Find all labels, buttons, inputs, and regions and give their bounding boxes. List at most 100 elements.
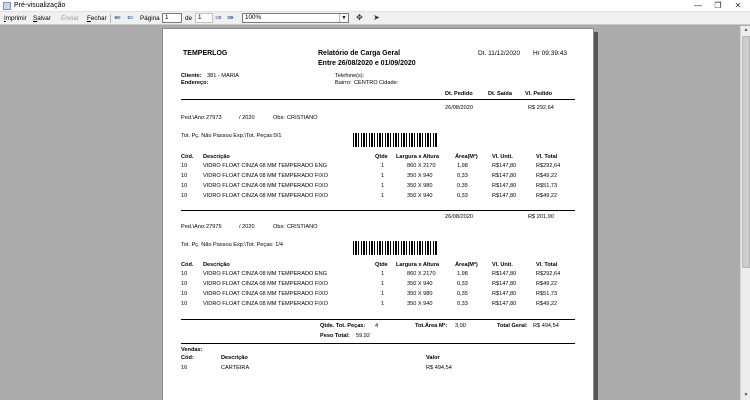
scroll-up-icon[interactable]: ▲ (742, 26, 750, 35)
toolbar-separator (110, 14, 111, 23)
cursor-arrow-icon[interactable]: ➤ (371, 13, 382, 23)
page-label: Página (140, 15, 160, 22)
first-page-icon[interactable]: ⇚ (114, 13, 121, 23)
sales-cell-desc: CARTEIRA (221, 365, 250, 371)
app-icon (3, 2, 11, 10)
cell-qtde: 1 (381, 183, 385, 189)
cell-area: 0,35 (457, 183, 468, 189)
close-button[interactable]: Fechar (87, 14, 107, 23)
total-weight-label: Peso Total: (320, 333, 350, 339)
order-date: 26/08/2020 (445, 105, 473, 111)
totals-divider (181, 343, 575, 344)
cell-dim: 350 X 940 (407, 281, 433, 287)
cell-total: R$51,73 (536, 291, 558, 297)
order-ped-year: / 2020 (239, 115, 255, 121)
zoom-select[interactable]: 100% ▼ (242, 13, 349, 23)
order-ped-number: 27973 (206, 115, 222, 121)
cell-total: R$49,22 (536, 281, 558, 287)
previous-page-icon[interactable]: ⇐ (127, 13, 134, 23)
sales-cell-value: R$ 494,54 (426, 365, 452, 371)
print-button[interactable]: Imprimir (4, 14, 27, 23)
cell-cod: 10 (181, 173, 188, 179)
th-qtde: Qtde (375, 262, 388, 268)
cell-desc: VIDRO FLOAT CINZA 08 MM TEMPERADO ENG (203, 271, 328, 277)
total-weight-value: 59,92 (356, 333, 370, 339)
cell-unit: R$147,80 (492, 301, 517, 307)
total-pages-field: 1 (195, 13, 213, 23)
th-descricao: Descrição (203, 262, 230, 268)
bairro-value: CENTRO (354, 80, 378, 86)
cell-qtde: 1 (381, 281, 385, 287)
col-dt-pedido: Dt. Pedido (445, 91, 473, 97)
th-total: Vl. Total (536, 154, 558, 160)
cell-cod: 10 (181, 301, 188, 307)
next-page-icon[interactable]: ⇒ (215, 13, 222, 23)
cell-desc: VIDRO FLOAT CINZA 08 MM TEMPERADO FIXO (203, 301, 328, 307)
cell-qtde: 1 (381, 163, 385, 169)
cell-unit: R$147,80 (492, 193, 517, 199)
cell-qtde: 1 (381, 193, 385, 199)
cell-cod: 10 (181, 281, 188, 287)
scroll-down-icon[interactable]: ▼ (742, 391, 750, 400)
save-button[interactable]: Salvar (33, 14, 51, 23)
cell-cod: 10 (181, 163, 188, 169)
title-bar: Pré-visualização — ❐ ✕ (0, 0, 750, 12)
client-label: Cliente: (181, 73, 202, 79)
cell-area: 1,98 (457, 163, 468, 169)
cell-dim: 350 X 980 (407, 291, 433, 297)
cell-area: 0,33 (457, 173, 468, 179)
cell-total: R$49,22 (536, 301, 558, 307)
cell-desc: VIDRO FLOAT CINZA 08 MM TEMPERADO FIXO (203, 173, 328, 179)
cell-dim: 350 X 980 (407, 183, 433, 189)
vertical-scrollbar[interactable]: ▲ ▼ (740, 26, 750, 400)
order-total: R$ 292,64 (528, 105, 554, 111)
sales-th-cod: Cód: (181, 355, 194, 361)
zoom-value: 100% (245, 14, 262, 21)
cell-desc: VIDRO FLOAT CINZA 08 MM TEMPERADO FIXO (203, 193, 328, 199)
th-qtde: Qtde (375, 154, 388, 160)
report-date: Dt. 11/12/2020 (478, 50, 521, 57)
order-obs-label: Obs: (273, 224, 285, 230)
sales-th-descricao: Descrição (221, 355, 248, 361)
cell-area: 0,33 (457, 193, 468, 199)
th-unit: Vl. Unit. (492, 262, 513, 268)
header-divider (181, 99, 575, 100)
bairro-label: Bairro: (335, 80, 352, 86)
th-descricao: Descrição (203, 154, 230, 160)
cell-qtde: 1 (381, 291, 385, 297)
cell-unit: R$147,80 (492, 281, 517, 287)
order-pieces: Tot. Pç. Não Passou Exp.\Tot. Peças:0/1 (181, 133, 282, 139)
order-ped-number: 27975 (206, 224, 222, 230)
th-unit: Vl. Unit. (492, 154, 513, 160)
window-title: Pré-visualização (14, 2, 66, 9)
order-ped-label: Ped.\Ano: (181, 115, 206, 121)
cell-cod: 10 (181, 291, 188, 297)
cell-desc: VIDRO FLOAT CINZA 08 MM TEMPERADO ENG (203, 163, 328, 169)
th-area: Área(M²) (455, 262, 478, 268)
minimize-button[interactable]: — (688, 0, 708, 12)
barcode (353, 241, 437, 255)
cell-desc: VIDRO FLOAT CINZA 08 MM TEMPERADO FIXO (203, 281, 328, 287)
th-total: Vl. Total (536, 262, 558, 268)
cell-dim: 350 X 940 (407, 173, 433, 179)
total-pieces-label: Qtde. Tot. Peças: (320, 323, 366, 329)
order-divider (181, 319, 575, 320)
order-ped-label: Ped.\Ano: (181, 224, 206, 230)
cell-total: R$49,22 (536, 173, 558, 179)
cell-dim: 350 X 940 (407, 193, 433, 199)
close-window-button[interactable]: ✕ (728, 0, 748, 12)
total-area-value: 3,00 (455, 323, 466, 329)
cell-dim: 350 X 940 (407, 301, 433, 307)
th-cod: Cód. (181, 154, 194, 160)
move-page-icon[interactable]: ✥ (354, 13, 365, 23)
maximize-button[interactable]: ❐ (708, 0, 728, 12)
scrollbar-thumb[interactable] (742, 36, 750, 268)
last-page-icon[interactable]: ⇛ (227, 13, 234, 23)
cell-unit: R$147,80 (492, 183, 517, 189)
chevron-down-icon[interactable]: ▼ (339, 14, 348, 22)
send-button[interactable]: Enviar (61, 14, 79, 23)
client-value: 381 - MARIA (207, 73, 240, 79)
page-number-input[interactable]: 1 (162, 13, 182, 23)
preview-area[interactable]: TEMPERLOG Relatório de Carga Geral Entre… (0, 26, 740, 400)
cell-qtde: 1 (381, 173, 385, 179)
